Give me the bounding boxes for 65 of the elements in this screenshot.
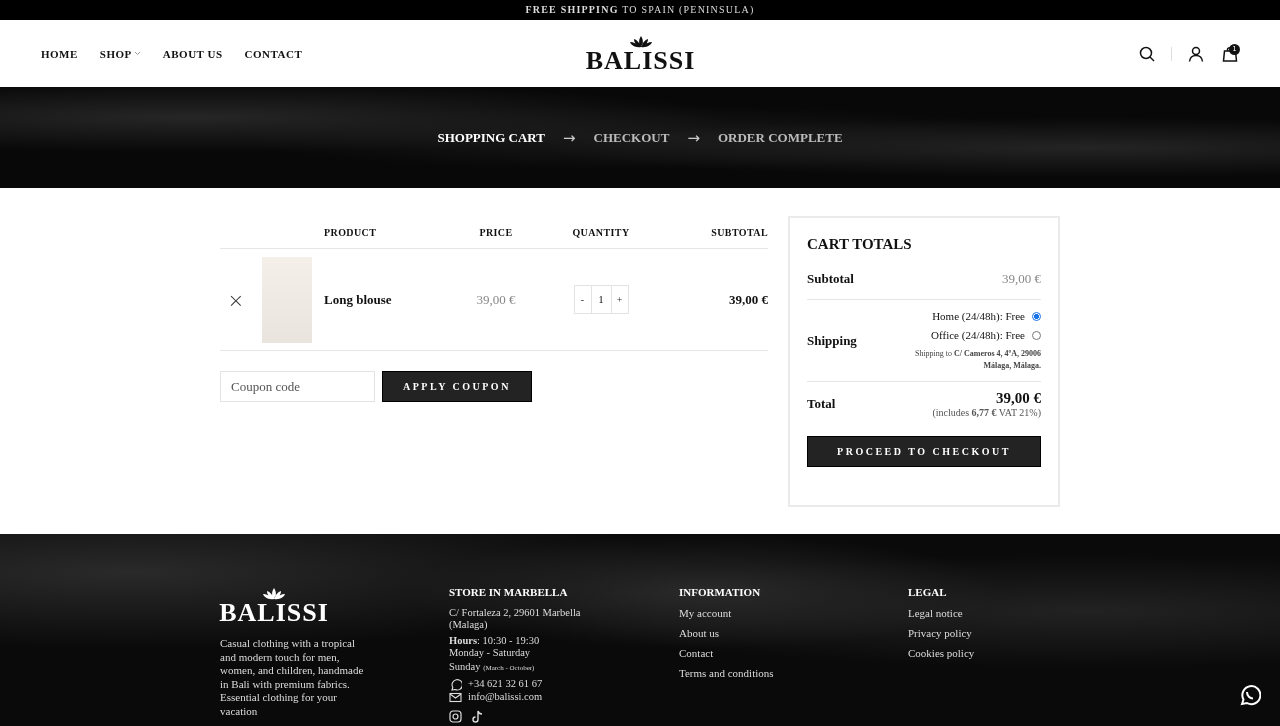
row-label: Subtotal [807, 271, 854, 287]
store-days: Monday - Saturday [449, 646, 589, 658]
nav-link[interactable]: CONTACT [244, 47, 303, 60]
product-price: 39,00 € [475, 291, 517, 308]
section-title: CART TOTALS [807, 236, 913, 253]
footer-link[interactable]: About us [679, 627, 908, 639]
footer-link[interactable]: Privacy policy [908, 627, 1108, 639]
store-address: C/ Fortaleza 2, 29601 Marbella (Malaga) [449, 607, 582, 630]
checkout-step[interactable]: CHECKOUT [593, 129, 670, 146]
footer-logo[interactable]: BALISSI [219, 601, 329, 625]
remove-item-button[interactable]: × [223, 289, 249, 310]
lotus-icon [262, 586, 286, 601]
footer-link[interactable]: My account [679, 607, 908, 619]
column-header: PRODUCT [324, 226, 378, 238]
subtotal-value: 39,00 € [1002, 271, 1041, 287]
search-icon [1139, 45, 1155, 62]
footer-link[interactable]: Cookies policy [908, 647, 1108, 659]
footer-heading: STORE IN MARBELLA [449, 586, 569, 598]
instagram-link[interactable] [449, 709, 462, 723]
phone-link[interactable]: +34 621 32 61 67 [468, 678, 543, 690]
music-note-icon [471, 709, 484, 723]
footer-heading: LEGAL [908, 586, 948, 598]
column-header: QUANTITY [571, 226, 631, 238]
nav-link[interactable]: ABOUT US [162, 47, 223, 60]
whatsapp-icon [1239, 684, 1261, 706]
mail-icon [449, 690, 462, 704]
nav-link[interactable]: HOME [41, 47, 78, 60]
step-arrow: → [687, 128, 700, 147]
product-subtotal: 39,00 € [728, 291, 768, 308]
tiktok-link[interactable] [471, 709, 484, 723]
total-value: 39,00 € [996, 390, 1041, 407]
footer-link[interactable]: Contact [679, 647, 908, 659]
camera-icon [449, 709, 462, 723]
email-link[interactable]: info@balissi.com [468, 691, 543, 703]
row-label: Total [807, 396, 836, 412]
footer-link[interactable]: Legal notice [908, 607, 1108, 619]
step-arrow: → [562, 128, 576, 147]
whatsapp-icon [449, 677, 462, 691]
store-days: Sunday [449, 661, 481, 672]
checkout-step[interactable]: ORDER COMPLETE [717, 129, 843, 146]
announcement-bar: FREE SHIPPING TO SPAIN (PENINSULA) [0, 0, 1280, 20]
checkout-step[interactable]: SHOPPING CART [437, 129, 545, 146]
shipping-option-label: Home (24/48h): Free [932, 310, 1025, 322]
vat-note: (includes 6,77 € VAT 21%) [932, 407, 1041, 418]
store-hours: Hours: 10:30 - 19:30 [449, 635, 541, 647]
footer-description: Casual clothing with a tropical and modern touch for men, women, and children, handmade in Bali with premium fabrics. Essential clothing for your vacation [220, 637, 365, 718]
proceed-to-checkout-button[interactable]: PROCEED TO CHECKOUT [807, 436, 1041, 467]
radio-button[interactable] [1032, 311, 1041, 321]
column-header: PRICE [478, 226, 514, 238]
logo[interactable]: BALISSI [585, 49, 696, 73]
user-icon [1188, 45, 1204, 62]
coupon-field[interactable]: Coupon code [220, 371, 375, 402]
lotus-icon [628, 34, 653, 49]
row-label: Shipping [807, 333, 857, 349]
product-name[interactable]: Long blouse [324, 291, 456, 308]
quantity-stepper[interactable]: - 1 + [573, 285, 629, 314]
column-header: SUBTOTAL [710, 226, 768, 238]
footer-heading: INFORMATION [679, 586, 762, 598]
footer-link[interactable]: Terms and conditions [679, 667, 908, 679]
shipping-address: Shipping to C/ Cameros 4, 4ºA, 29006 Málaga, Málaga. [913, 348, 1041, 372]
whatsapp-button[interactable] [1239, 684, 1261, 706]
apply-coupon-button[interactable]: APPLY COUPON [382, 371, 532, 402]
nav-link[interactable]: SHOP [99, 47, 141, 60]
quantity-field[interactable]: 1 [590, 286, 612, 313]
shipping-option-label: Office (24/48h): Free [931, 329, 1025, 341]
